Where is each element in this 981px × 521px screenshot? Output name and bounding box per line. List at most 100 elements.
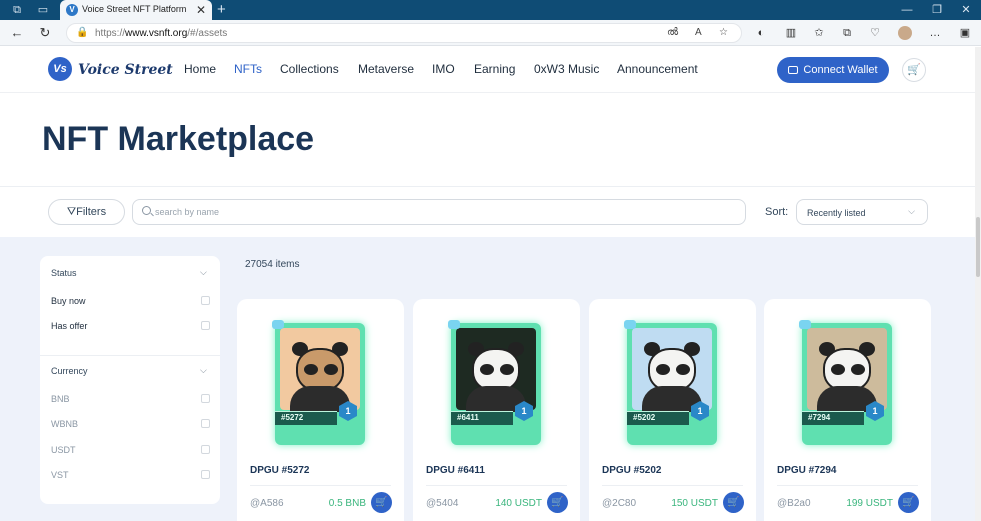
profile-avatar[interactable] bbox=[898, 26, 912, 40]
cart-icon: 🛒 bbox=[727, 497, 740, 508]
buy-cart-button[interactable]: 🛒 bbox=[898, 492, 919, 513]
nav-nfts[interactable]: NFTs bbox=[234, 62, 262, 76]
filter-icon: ⛛ bbox=[66, 206, 77, 218]
nav-announcement[interactable]: Announcement bbox=[617, 62, 698, 76]
connect-wallet-button[interactable]: Connect Wallet bbox=[777, 57, 889, 83]
browser-tab[interactable]: V Voice Street NFT Platform ✕ bbox=[60, 0, 212, 20]
gem-icon bbox=[799, 320, 811, 329]
nft-title[interactable]: DPGU #6411 bbox=[426, 465, 485, 476]
cart-icon: 🛒 bbox=[902, 497, 915, 508]
page-scrollbar[interactable] bbox=[975, 47, 981, 521]
nft-title[interactable]: DPGU #5202 bbox=[602, 465, 661, 476]
nft-image[interactable]: #6411 1 bbox=[448, 320, 541, 445]
nft-price: 150 USDT bbox=[671, 498, 718, 509]
nav-collections[interactable]: Collections bbox=[280, 62, 339, 76]
panda-eye bbox=[500, 364, 514, 375]
panda-eye bbox=[324, 364, 338, 375]
nft-owner[interactable]: @2C80 bbox=[602, 498, 636, 509]
collections-icon[interactable]: ⧉ bbox=[838, 25, 856, 41]
panda-eye bbox=[304, 364, 318, 375]
nft-title[interactable]: DPGU #5272 bbox=[250, 465, 309, 476]
favorite-star-icon[interactable]: ☆ bbox=[719, 27, 728, 38]
panda-eye bbox=[656, 364, 670, 375]
nft-title[interactable]: DPGU #7294 bbox=[777, 465, 836, 476]
split-screen-icon[interactable]: ▥ bbox=[782, 25, 800, 41]
maximize-icon[interactable]: ❐ bbox=[922, 0, 952, 20]
nav-metaverse[interactable]: Metaverse bbox=[358, 62, 414, 76]
tab-actions-icon[interactable]: ▭ bbox=[36, 3, 50, 17]
window-close-icon[interactable]: ✕ bbox=[951, 0, 981, 20]
minimize-icon[interactable]: — bbox=[892, 0, 922, 20]
refresh-icon[interactable]: ↻ bbox=[36, 24, 54, 42]
nft-card[interactable]: #5272 1 DPGU #5272 @A586 0.5 BNB 🛒 bbox=[237, 299, 404, 521]
buy-cart-button[interactable]: 🛒 bbox=[371, 492, 392, 513]
bnb-checkbox[interactable] bbox=[201, 394, 210, 403]
wbnb-checkbox[interactable] bbox=[201, 419, 210, 428]
currency-vst: VST bbox=[51, 470, 69, 480]
divider bbox=[777, 485, 918, 486]
vst-checkbox[interactable] bbox=[201, 470, 210, 479]
buy-cart-button[interactable]: 🛒 bbox=[547, 492, 568, 513]
divider bbox=[0, 186, 981, 187]
nft-tag-plate: #6411 bbox=[451, 411, 513, 425]
scrollbar-thumb[interactable] bbox=[976, 217, 980, 277]
new-tab-button[interactable]: + bbox=[217, 0, 226, 20]
nav-earning[interactable]: Earning bbox=[474, 62, 515, 76]
cart-icon: 🛒 bbox=[375, 497, 388, 508]
nft-card[interactable]: #6411 1 DPGU #6411 @5404 140 USDT 🛒 bbox=[413, 299, 580, 521]
read-aloud-icon[interactable]: ൽ bbox=[667, 27, 678, 38]
more-menu-icon[interactable]: … bbox=[926, 25, 944, 41]
nft-image[interactable]: #5202 1 bbox=[624, 320, 717, 445]
favorites-icon[interactable]: ✩ bbox=[810, 25, 828, 41]
nav-home[interactable]: Home bbox=[184, 62, 216, 76]
site-favicon-icon: V bbox=[66, 4, 78, 16]
browser-address-bar: ← ↻ 🔒 https://www.vsnft.org/#/assets ൽ A… bbox=[0, 20, 981, 46]
text-size-icon[interactable]: A bbox=[695, 27, 702, 38]
has-offer-checkbox[interactable] bbox=[201, 321, 210, 330]
logo-text[interactable]: Voice Street bbox=[78, 62, 173, 78]
nav-imo[interactable]: IMO bbox=[432, 62, 455, 76]
url-field[interactable]: 🔒 https://www.vsnft.org/#/assets ൽ A ☆ bbox=[66, 23, 742, 43]
wallet-icon bbox=[788, 66, 799, 74]
panda-eye bbox=[831, 364, 845, 375]
sidebar-toggle-icon[interactable]: ▣ bbox=[956, 25, 974, 41]
extensions-icon[interactable]: ◐ bbox=[752, 25, 770, 41]
divider bbox=[250, 485, 391, 486]
search-input[interactable] bbox=[155, 204, 715, 220]
chevron-down-icon[interactable]: ⌵ bbox=[200, 365, 207, 376]
nft-owner[interactable]: @A586 bbox=[250, 498, 284, 509]
status-heading[interactable]: Status bbox=[51, 268, 77, 278]
browser-tab-title: Voice Street NFT Platform bbox=[82, 4, 187, 14]
currency-usdt: USDT bbox=[51, 445, 76, 455]
nft-artwork bbox=[280, 328, 360, 412]
nft-tag-plate: #5272 bbox=[275, 411, 337, 425]
usdt-checkbox[interactable] bbox=[201, 445, 210, 454]
cart-icon[interactable]: 🛒 bbox=[902, 58, 926, 82]
nft-artwork bbox=[456, 328, 536, 412]
browser-essentials-icon[interactable]: ♡ bbox=[866, 25, 884, 41]
gem-icon bbox=[624, 320, 636, 329]
nft-price: 0.5 BNB bbox=[328, 498, 366, 509]
sort-value: Recently listed bbox=[807, 208, 866, 218]
nft-image[interactable]: #7294 1 bbox=[799, 320, 892, 445]
nft-owner[interactable]: @B2a0 bbox=[777, 498, 811, 509]
nft-image[interactable]: #5272 1 bbox=[272, 320, 365, 445]
nav-0xw3-music[interactable]: 0xW3 Music bbox=[534, 62, 599, 76]
nft-tag-plate: #5202 bbox=[627, 411, 689, 425]
close-tab-icon[interactable]: ✕ bbox=[196, 2, 206, 18]
nft-card[interactable]: #5202 1 DPGU #5202 @2C80 150 USDT 🛒 bbox=[589, 299, 756, 521]
nft-tag: #5202 bbox=[633, 413, 656, 422]
filters-button[interactable]: ⛛Filters bbox=[48, 199, 125, 225]
sort-select[interactable]: Recently listed ⌵ bbox=[796, 199, 928, 225]
buy-cart-button[interactable]: 🛒 bbox=[723, 492, 744, 513]
page-title: NFT Marketplace bbox=[42, 120, 315, 158]
workspaces-icon[interactable]: ⧉ bbox=[10, 3, 24, 17]
back-icon[interactable]: ← bbox=[8, 24, 26, 42]
logo-icon[interactable]: Vs bbox=[48, 57, 72, 81]
buy-now-checkbox[interactable] bbox=[201, 296, 210, 305]
nft-card[interactable]: #7294 1 DPGU #7294 @B2a0 199 USDT 🛒 bbox=[764, 299, 931, 521]
search-box bbox=[132, 199, 746, 225]
currency-heading[interactable]: Currency bbox=[51, 366, 88, 376]
nft-owner[interactable]: @5404 bbox=[426, 498, 458, 509]
chevron-down-icon[interactable]: ⌵ bbox=[200, 267, 207, 278]
